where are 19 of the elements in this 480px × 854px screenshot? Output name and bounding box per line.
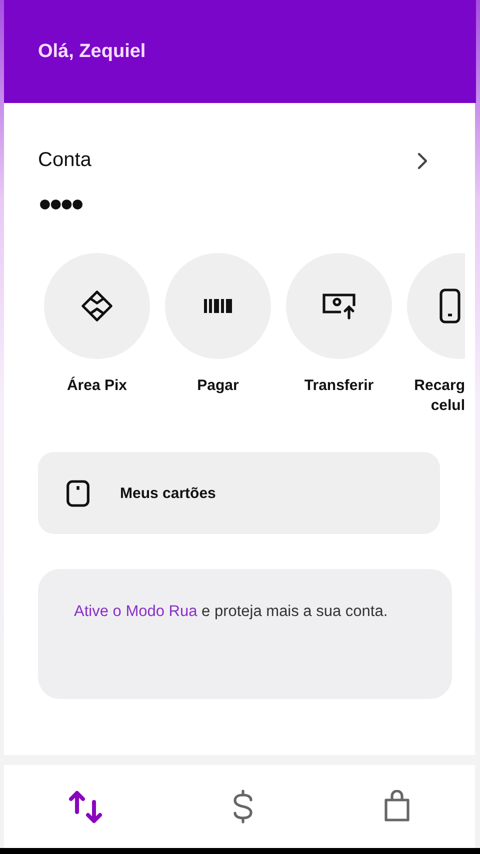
dollar-icon bbox=[232, 788, 254, 824]
shopping-bag-icon bbox=[382, 790, 411, 824]
action-label: Transferir bbox=[304, 376, 374, 396]
chevron-right-icon[interactable] bbox=[417, 152, 429, 170]
street-mode-link[interactable]: Ative o Modo Rua bbox=[74, 603, 198, 620]
action-label: Pagar bbox=[197, 376, 239, 396]
promo-text: Ative o Modo Rua e proteja mais a sua conta. bbox=[74, 602, 389, 622]
swap-arrows-icon bbox=[68, 790, 104, 824]
barcode-icon bbox=[204, 299, 232, 313]
card-icon bbox=[66, 478, 90, 508]
my-cards-button[interactable]: Meus cartões bbox=[38, 452, 440, 534]
diamond-icon bbox=[80, 289, 114, 323]
greeting-text: Olá, Zequiel bbox=[38, 40, 146, 62]
action-label: Área Pix bbox=[66, 376, 128, 396]
phone-icon bbox=[439, 288, 461, 324]
money-send-icon bbox=[321, 292, 357, 320]
action-label: Recarg celul bbox=[413, 376, 465, 416]
account-title: Conta bbox=[38, 149, 92, 172]
hidden-balance: ●●●● bbox=[38, 190, 84, 217]
